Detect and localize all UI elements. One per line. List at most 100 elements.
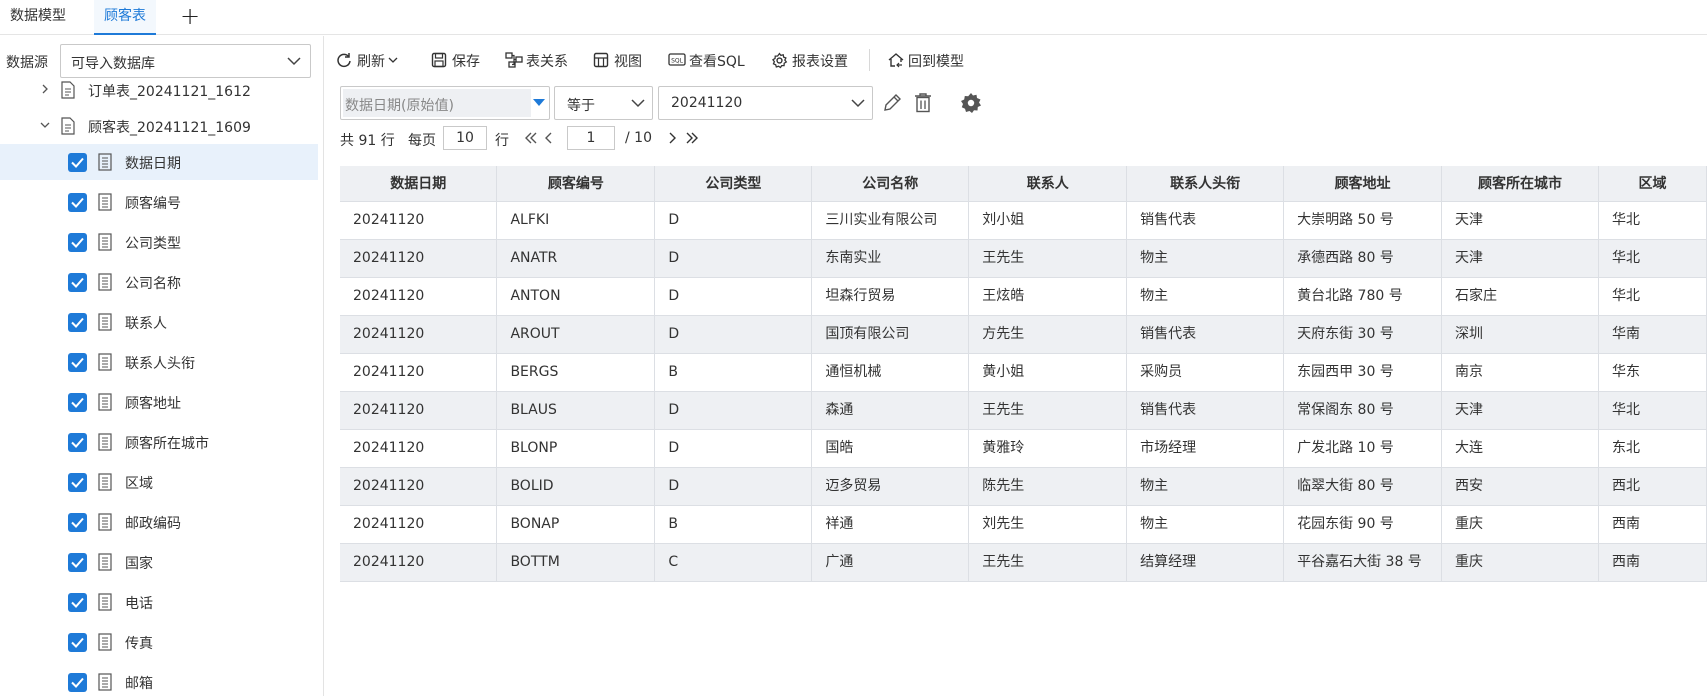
table-row[interactable]: 20241120 BLONP D 国皓 黄雅玲 市场经理 广发北路 10 号大连 东北 xyxy=(340,429,1707,468)
save-button[interactable]: 保存 xyxy=(431,50,487,72)
table-row[interactable]: 20241120 BOLID D 迈多贸易 陈先生 物主 临翠大街 80 号西安 西北 xyxy=(340,467,1707,506)
tree-field-item[interactable]: 电话 xyxy=(0,584,318,620)
delete-icon[interactable] xyxy=(913,92,933,114)
table-cell: 临翠大街 80 号 xyxy=(1283,467,1443,506)
check-icon xyxy=(71,397,84,408)
tree-field-item[interactable]: 邮政编码 xyxy=(0,504,318,540)
field-label: 顾客编号 xyxy=(125,196,181,212)
table-row[interactable]: 20241120 ANTON D 坦森行贸易 王炫皓 物主 黄台北路 780 号石家庄 华北 xyxy=(340,277,1707,316)
tree-node-customer-table[interactable]: 顾客表_20241121_1609 xyxy=(0,108,318,144)
next-page-icon[interactable] xyxy=(666,130,678,146)
filter-field-select[interactable]: 数据日期(原始值) xyxy=(340,86,550,120)
table-cell: 结算经理 xyxy=(1126,543,1285,582)
checkbox[interactable] xyxy=(68,313,87,332)
table-cell: 黄雅玲 xyxy=(968,429,1128,468)
last-page-icon[interactable] xyxy=(684,130,700,146)
checkbox[interactable] xyxy=(68,273,87,292)
table-row[interactable]: 20241120 ALFKI D 三川实业有限公司 刘小姐 销售代表 大崇明路 50 号天津… xyxy=(340,201,1707,240)
field-icon xyxy=(98,273,112,291)
column-header[interactable]: 数据日期 xyxy=(340,166,498,202)
tree-field-item[interactable]: 联系人 xyxy=(0,304,318,340)
caret-down-icon[interactable] xyxy=(533,99,545,106)
tree-field-item[interactable]: 数据日期 xyxy=(0,144,318,180)
table-relation-button[interactable]: 表关系 xyxy=(505,50,575,72)
tab-data-model[interactable]: 数据模型 xyxy=(10,0,66,35)
table-cell: ANTON xyxy=(496,277,656,316)
checkbox[interactable] xyxy=(68,593,87,612)
tree-field-item[interactable]: 公司名称 xyxy=(0,264,318,300)
tree-field-item[interactable]: 区域 xyxy=(0,464,318,500)
edit-icon[interactable] xyxy=(881,92,903,114)
table-row[interactable]: 20241120 BLAUS D 森通 王先生 销售代表 常保阁东 80 号天津 华北 xyxy=(340,391,1707,430)
check-icon xyxy=(71,437,84,448)
checkbox[interactable] xyxy=(68,153,87,172)
table-cell: 石家庄 xyxy=(1441,277,1599,316)
filter-value-select[interactable]: 20241120 xyxy=(658,86,873,120)
table-cell: 陈先生 xyxy=(968,467,1128,506)
tree-field-item[interactable]: 顾客所在城市 xyxy=(0,424,318,460)
table-row[interactable]: 20241120 BONAP B 祥通 刘先生 物主 花园东街 90 号重庆 西南 xyxy=(340,505,1707,544)
column-header[interactable]: 联系人 xyxy=(968,166,1128,202)
tree-field-item[interactable]: 公司类型 xyxy=(0,224,318,260)
table-cell: 重庆 xyxy=(1441,543,1599,582)
view-sql-button[interactable]: SQL 查看SQL xyxy=(668,50,745,72)
gear-icon[interactable] xyxy=(960,92,982,114)
refresh-button[interactable]: 刷新 xyxy=(336,50,400,72)
checkbox[interactable] xyxy=(68,513,87,532)
table-cell: 刘小姐 xyxy=(968,201,1128,240)
column-header[interactable]: 顾客编号 xyxy=(496,166,656,202)
field-label: 邮政编码 xyxy=(125,516,181,532)
column-header[interactable]: 顾客所在城市 xyxy=(1441,166,1599,202)
view-icon xyxy=(593,52,609,68)
tree-field-item[interactable]: 顾客地址 xyxy=(0,384,318,420)
column-header[interactable]: 顾客地址 xyxy=(1283,166,1443,202)
checkbox[interactable] xyxy=(68,353,87,372)
chevron-right-icon[interactable] xyxy=(38,82,52,96)
table-cell: D xyxy=(654,277,813,316)
table-cell: 西北 xyxy=(1598,467,1707,506)
field-label: 电话 xyxy=(125,596,153,612)
column-header[interactable]: 区域 xyxy=(1598,166,1707,202)
plus-icon[interactable]: + xyxy=(180,2,200,30)
field-label: 公司名称 xyxy=(125,276,181,292)
tree-node-order-table[interactable]: 订单表_20241121_1612 xyxy=(0,72,318,108)
tree-field-item[interactable]: 顾客编号 xyxy=(0,184,318,220)
checkbox[interactable] xyxy=(68,193,87,212)
check-icon xyxy=(71,357,84,368)
chevron-down-icon[interactable] xyxy=(38,118,52,132)
column-header[interactable]: 公司类型 xyxy=(654,166,813,202)
tree-field-item[interactable]: 国家 xyxy=(0,544,318,580)
checkbox[interactable] xyxy=(68,233,87,252)
column-header[interactable]: 联系人头衔 xyxy=(1126,166,1285,202)
tree-field-item[interactable]: 传真 xyxy=(0,624,318,660)
field-label: 传真 xyxy=(125,636,153,652)
table-row[interactable]: 20241120 BOTTM C 广通 王先生 结算经理 平谷嘉石大街 38 号重庆 西南 xyxy=(340,543,1707,582)
column-header[interactable]: 公司名称 xyxy=(811,166,970,202)
table-cell: 20241120 xyxy=(340,505,498,544)
checkbox[interactable] xyxy=(68,553,87,572)
table-cell: D xyxy=(654,467,813,506)
table-cell: 黄台北路 780 号 xyxy=(1283,277,1443,316)
report-settings-button[interactable]: 报表设置 xyxy=(771,50,855,72)
checkbox[interactable] xyxy=(68,433,87,452)
checkbox[interactable] xyxy=(68,393,87,412)
view-button[interactable]: 视图 xyxy=(593,50,649,72)
prev-page-icon[interactable] xyxy=(543,130,555,146)
table-row[interactable]: 20241120 BERGS B 通恒机械 黄小姐 采购员 东园西甲 30 号南京 华东 xyxy=(340,353,1707,392)
filter-field-input[interactable]: 数据日期(原始值) xyxy=(343,89,531,117)
page-input[interactable]: 1 xyxy=(567,126,615,150)
table-row[interactable]: 20241120 ANATR D 东南实业 王先生 物主 承德西路 80 号天津 华北 xyxy=(340,239,1707,278)
checkbox[interactable] xyxy=(68,633,87,652)
field-label: 联系人 xyxy=(125,316,167,332)
back-to-model-button[interactable]: 回到模型 xyxy=(887,50,971,72)
tab-customer-table[interactable]: 顾客表 xyxy=(94,0,156,35)
first-page-icon[interactable] xyxy=(523,130,539,146)
table-row[interactable]: 20241120 AROUT D 国顶有限公司 方先生 销售代表 天府东街 30 号深圳 华南 xyxy=(340,315,1707,354)
tree-field-item[interactable]: 联系人头衔 xyxy=(0,344,318,380)
checkbox[interactable] xyxy=(68,673,87,692)
filter-operator-select[interactable]: 等于 xyxy=(554,86,653,120)
table-cell: 南京 xyxy=(1441,353,1599,392)
checkbox[interactable] xyxy=(68,473,87,492)
per-page-input[interactable]: 10 xyxy=(443,126,487,150)
tree-field-item[interactable]: 邮箱 xyxy=(0,664,318,696)
